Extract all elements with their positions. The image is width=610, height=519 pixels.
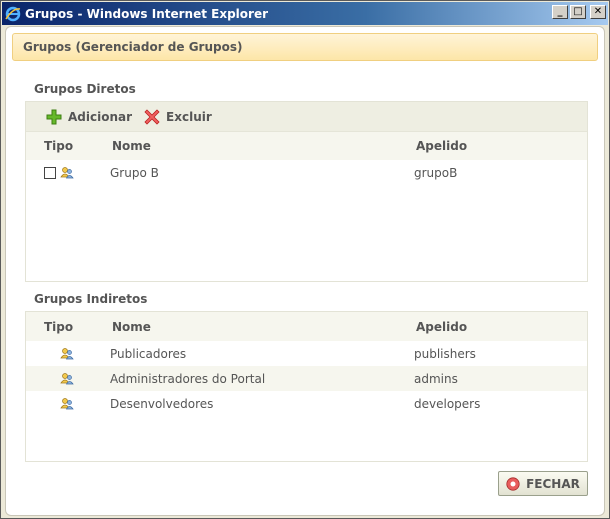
close-button[interactable]: FECHAR: [498, 471, 588, 496]
dialog-body: Grupos (Gerenciador de Grupos) Grupos Di…: [5, 26, 605, 516]
row-apelido: grupoB: [414, 165, 458, 180]
ie-icon: [5, 6, 21, 21]
close-window-button[interactable]: ✕: [590, 5, 606, 19]
col-apelido-header[interactable]: Apelido: [410, 320, 587, 334]
row-nome: Publicadores: [110, 346, 187, 361]
direct-groups-title: Grupos Diretos: [34, 82, 136, 96]
window-title: Grupos - Windows Internet Explorer: [25, 6, 269, 21]
row-type-cell: [26, 166, 104, 179]
col-tipo-header[interactable]: Tipo: [26, 320, 104, 334]
col-apelido-header[interactable]: Apelido: [410, 139, 587, 153]
x-icon: [144, 108, 160, 125]
group-icon: [60, 373, 74, 385]
close-label: FECHAR: [526, 476, 580, 491]
row-nome: Desenvolvedores: [110, 396, 214, 411]
add-button[interactable]: Adicionar: [46, 109, 132, 125]
browser-window: Grupos - Windows Internet Explorer _ □ ✕…: [0, 0, 610, 519]
table-row[interactable]: Publicadores publishers: [26, 341, 587, 366]
table-row[interactable]: Desenvolvedores developers: [26, 391, 587, 416]
col-nome-header[interactable]: Nome: [104, 320, 410, 334]
indirect-groups-title: Grupos Indiretos: [34, 292, 148, 306]
table-row[interactable]: Grupo B grupoB: [26, 160, 587, 185]
row-type-cell: [26, 347, 104, 360]
table-row[interactable]: Administradores do Portal admins: [26, 366, 587, 391]
col-tipo-header[interactable]: Tipo: [26, 139, 104, 153]
group-icon: [60, 398, 74, 410]
delete-button[interactable]: Excluir: [144, 108, 212, 125]
group-icon: [60, 348, 74, 360]
row-nome: Grupo B: [110, 165, 159, 180]
delete-label: Excluir: [166, 109, 212, 124]
row-apelido: publishers: [414, 346, 476, 361]
row-type-cell: [26, 372, 104, 385]
row-checkbox[interactable]: [44, 166, 56, 179]
dialog-header: Grupos (Gerenciador de Grupos): [12, 33, 598, 61]
minimize-button[interactable]: _: [552, 5, 568, 19]
maximize-button[interactable]: □: [570, 5, 586, 19]
direct-table-header: Tipo Nome Apelido: [26, 132, 587, 160]
direct-groups-panel: Adicionar Excluir Tipo Nome Apelido Grup…: [25, 101, 588, 282]
indirect-groups-panel: Tipo Nome Apelido Publicadores publisher…: [25, 311, 588, 462]
row-apelido: admins: [414, 371, 458, 386]
col-nome-header[interactable]: Nome: [104, 139, 410, 153]
plus-icon: [46, 109, 62, 124]
indirect-table-header: Tipo Nome Apelido: [26, 312, 587, 341]
row-type-cell: [26, 397, 104, 410]
title-bar[interactable]: Grupos - Windows Internet Explorer _ □ ✕: [2, 2, 608, 25]
direct-toolbar: Adicionar Excluir: [26, 102, 587, 132]
add-label: Adicionar: [68, 109, 133, 124]
window-controls: _ □ ✕: [552, 5, 606, 19]
close-circle-icon: [506, 476, 520, 491]
row-apelido: developers: [414, 396, 481, 411]
row-nome: Administradores do Portal: [110, 371, 266, 386]
group-icon: [60, 167, 74, 179]
